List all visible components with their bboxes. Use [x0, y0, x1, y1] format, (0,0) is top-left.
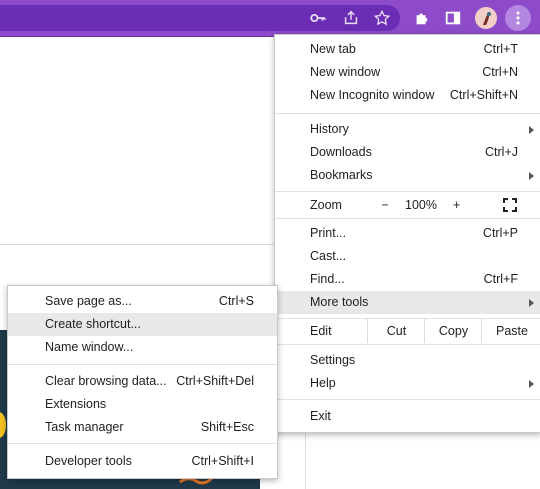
menu-separator [275, 344, 540, 345]
menu-item-label: Clear browsing data... [45, 374, 167, 388]
menu-item-label: Find... [310, 272, 345, 286]
menu-item-task-manager[interactable]: Task manager Shift+Esc [8, 416, 277, 439]
menu-item-label: Create shortcut... [45, 317, 141, 331]
menu-separator [275, 113, 540, 114]
puzzle-icon[interactable] [412, 8, 432, 28]
menu-separator [275, 218, 540, 219]
menu-item-create-shortcut[interactable]: Create shortcut... [8, 313, 277, 336]
profile-avatar[interactable] [475, 7, 497, 29]
menu-item-label: New tab [310, 42, 356, 56]
page-divider-vertical [305, 431, 306, 489]
menu-item-shortcut: Ctrl+P [482, 226, 518, 240]
share-icon[interactable] [341, 8, 361, 28]
menu-item-shortcut: Ctrl+T [483, 42, 518, 56]
paste-button[interactable]: Paste [481, 319, 540, 343]
menu-item-bookmarks[interactable]: Bookmarks [275, 164, 540, 187]
menu-item-shortcut: Ctrl+Shift+N [449, 88, 518, 102]
menu-item-label: Downloads [310, 145, 372, 159]
browser-main-menu: New tab Ctrl+T New window Ctrl+N New Inc… [274, 34, 540, 433]
menu-item-label: New Incognito window [310, 88, 435, 102]
menu-item-exit[interactable]: Exit [275, 405, 540, 428]
copy-button[interactable]: Copy [424, 319, 482, 343]
menu-item-new-window[interactable]: New window Ctrl+N [275, 61, 540, 84]
menu-item-label: Settings [310, 353, 356, 367]
address-bar[interactable] [0, 5, 400, 31]
menu-item-shortcut: Ctrl+Shift+Del [176, 374, 254, 388]
menu-item-shortcut: Ctrl+Shift+I [191, 454, 254, 468]
fullscreen-icon[interactable] [503, 198, 517, 212]
edit-label: Edit [310, 324, 332, 338]
menu-item-shortcut: Shift+Esc [200, 420, 254, 434]
menu-item-label: History [310, 122, 349, 136]
edit-row: Edit Cut Copy Paste [275, 319, 540, 343]
submenu-arrow-icon [529, 299, 534, 307]
menu-item-label: More tools [310, 295, 369, 309]
menu-item-label: Help [310, 376, 336, 390]
menu-item-name-window[interactable]: Name window... [8, 336, 277, 359]
zoom-level: 100% [405, 198, 437, 212]
menu-item-clear-browsing-data[interactable]: Clear browsing data... Ctrl+Shift+Del [8, 370, 277, 393]
submenu-arrow-icon [529, 126, 534, 134]
menu-item-shortcut: Ctrl+J [485, 145, 518, 159]
menu-item-label: Task manager [45, 420, 124, 434]
menu-item-downloads[interactable]: Downloads Ctrl+J [275, 141, 540, 164]
more-tools-submenu: Save page as... Ctrl+S Create shortcut..… [7, 285, 278, 479]
menu-separator [8, 443, 277, 444]
menu-item-label: New window [310, 65, 381, 79]
menu-item-shortcut: Ctrl+S [218, 294, 254, 308]
kebab-menu-icon[interactable] [505, 5, 531, 31]
zoom-out-button[interactable]: − [380, 192, 390, 218]
menu-item-cast[interactable]: Cast... [275, 245, 540, 268]
zoom-in-button[interactable]: + [453, 192, 460, 218]
menu-item-extensions[interactable]: Extensions [8, 393, 277, 416]
menu-item-new-tab[interactable]: New tab Ctrl+T [275, 38, 540, 61]
menu-item-developer-tools[interactable]: Developer tools Ctrl+Shift+I [8, 450, 277, 473]
zoom-label: Zoom [310, 198, 342, 212]
side-panel-icon[interactable] [443, 8, 463, 28]
key-icon[interactable] [308, 8, 328, 28]
menu-item-label: Exit [310, 409, 331, 423]
cut-button[interactable]: Cut [367, 319, 425, 343]
zoom-row: Zoom − 100% + [275, 192, 540, 218]
menu-item-label: Bookmarks [310, 168, 373, 182]
menu-separator [8, 364, 277, 365]
menu-item-label: Developer tools [45, 454, 132, 468]
menu-item-label: Print... [310, 226, 347, 240]
star-icon[interactable] [372, 8, 392, 28]
menu-item-history[interactable]: History [275, 118, 540, 141]
menu-item-settings[interactable]: Settings [275, 349, 540, 372]
menu-separator [275, 399, 540, 400]
page-divider [0, 244, 274, 245]
browser-toolbar [0, 0, 540, 37]
menu-item-shortcut: Ctrl+N [482, 65, 518, 79]
menu-item-save-page-as[interactable]: Save page as... Ctrl+S [8, 290, 277, 313]
menu-item-more-tools[interactable]: More tools [275, 291, 540, 314]
menu-item-label: Save page as... [45, 294, 132, 308]
menu-item-help[interactable]: Help [275, 372, 540, 395]
menu-item-find[interactable]: Find... Ctrl+F [275, 268, 540, 291]
menu-item-label: Name window... [45, 340, 134, 354]
submenu-arrow-icon [529, 380, 534, 388]
menu-item-print[interactable]: Print... Ctrl+P [275, 222, 540, 245]
submenu-arrow-icon [529, 172, 534, 180]
menu-item-label: Cast... [310, 249, 347, 263]
menu-item-shortcut: Ctrl+F [483, 272, 518, 286]
menu-item-label: Extensions [45, 397, 107, 411]
menu-item-new-incognito-window[interactable]: New Incognito window Ctrl+Shift+N [275, 84, 540, 107]
